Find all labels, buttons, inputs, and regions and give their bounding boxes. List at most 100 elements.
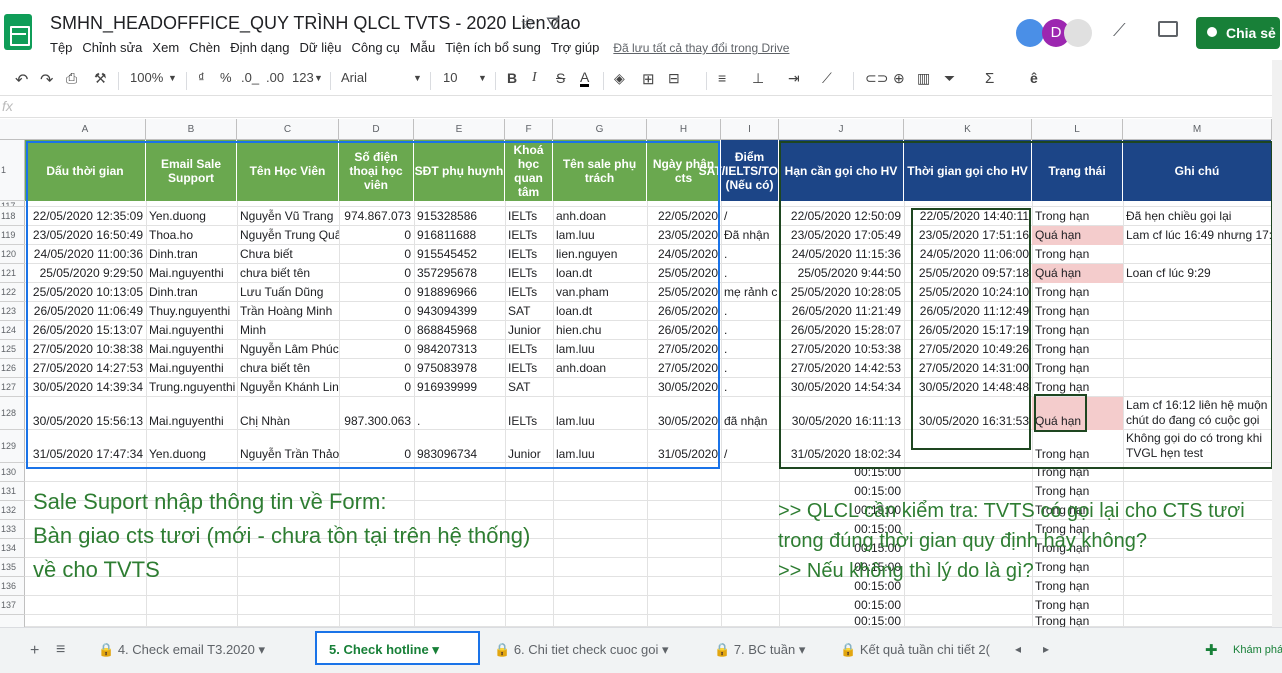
comments-icon[interactable] — [1158, 21, 1178, 37]
column-header[interactable]: G — [553, 119, 647, 140]
row-header[interactable]: 136 — [0, 577, 25, 596]
row-header[interactable]: 134 — [0, 539, 25, 558]
menu-item[interactable]: Công cụ — [351, 40, 399, 55]
header-cell[interactable]: Điểm SAT/IELTS/TOEFL (Nếu có) — [699, 140, 801, 201]
table-cell[interactable]: . — [721, 340, 779, 359]
column-header[interactable]: D — [339, 119, 414, 140]
row-header[interactable]: 123 — [0, 302, 25, 321]
add-sheet-icon[interactable]: + — [30, 642, 39, 660]
save-status[interactable]: Đã lưu tất cả thay đổi trong Drive — [613, 41, 789, 55]
column-header[interactable]: E — [414, 119, 505, 140]
table-cell[interactable]: Đã nhận — [721, 226, 779, 245]
tab-check-email[interactable]: 🔒 4. Check email T3.2020 ▾ — [98, 633, 308, 667]
column-header[interactable]: H — [647, 119, 721, 140]
row-header[interactable]: 120 — [0, 245, 25, 264]
row-header[interactable]: 129 — [0, 430, 25, 463]
menu-item[interactable]: Dữ liệu — [300, 40, 342, 55]
functions-icon[interactable]: Σ — [985, 70, 994, 87]
more-formats-button[interactable]: 123 — [292, 70, 314, 85]
table-cell[interactable]: . — [721, 302, 779, 321]
table-cell[interactable]: . — [721, 264, 779, 283]
row-header[interactable]: 128 — [0, 397, 25, 430]
menu-item[interactable]: Tệp — [50, 40, 72, 55]
avatar-3[interactable] — [1064, 19, 1092, 47]
table-cell[interactable]: Trong hạn — [1032, 596, 1123, 615]
table-cell[interactable]: 00:15:00 — [779, 615, 904, 627]
row-header[interactable]: 119 — [0, 226, 25, 245]
strikethrough-icon[interactable]: S — [556, 70, 565, 86]
vertical-align-icon[interactable]: ⊥ — [752, 70, 764, 87]
row-header[interactable]: 118 — [0, 207, 25, 226]
table-cell[interactable]: mẹ rảnh c — [721, 283, 779, 302]
menu-item[interactable]: Mẫu — [410, 40, 435, 55]
all-sheets-icon[interactable]: ≡ — [56, 641, 65, 659]
formula-bar[interactable]: fx — [0, 96, 1282, 118]
tab-check-hotline[interactable]: 5. Check hotline ▾ — [315, 631, 480, 665]
menu-item[interactable]: Chỉnh sửa — [82, 40, 142, 55]
column-header[interactable]: M — [1123, 119, 1272, 140]
text-rotate-icon[interactable]: ⟋ — [822, 70, 832, 87]
row-header[interactable]: 125 — [0, 340, 25, 359]
scroll-tabs-left-icon[interactable]: ◂ — [1015, 642, 1021, 656]
currency-button[interactable]: ₫ — [198, 70, 205, 85]
table-cell[interactable]: Trong hạn — [1032, 615, 1123, 627]
link-icon[interactable]: ⊂⊃ — [865, 70, 888, 87]
row-header[interactable]: 132 — [0, 501, 25, 520]
bold-icon[interactable]: B — [507, 70, 517, 86]
table-cell[interactable]: / — [721, 207, 779, 226]
row-header[interactable]: 131 — [0, 482, 25, 501]
row-header[interactable]: 137 — [0, 596, 25, 615]
table-cell[interactable]: . — [721, 378, 779, 397]
row-header[interactable]: 121 — [0, 264, 25, 283]
document-title[interactable]: SMHN_HEADOFFFICE_QUY TRÌNH QLCL TVTS - 2… — [50, 13, 581, 34]
tab-bc-tuan[interactable]: 🔒 7. BC tuần ▾ — [714, 633, 829, 667]
percent-button[interactable]: % — [220, 70, 232, 85]
column-header[interactable]: A — [25, 119, 146, 140]
merge-cells-icon[interactable]: ⊟ — [668, 70, 680, 87]
table-cell[interactable]: 00:15:00 — [779, 596, 904, 615]
font-select[interactable]: Arial — [341, 70, 367, 85]
redo-icon[interactable]: ↷ — [40, 70, 53, 90]
row-header[interactable]: 124 — [0, 321, 25, 340]
menu-item[interactable]: Xem — [152, 40, 179, 55]
scroll-tabs-right-icon[interactable]: ▸ — [1043, 642, 1049, 656]
column-header[interactable]: C — [237, 119, 339, 140]
borders-icon[interactable]: ⊞ — [642, 70, 655, 88]
column-header[interactable]: I — [721, 119, 779, 140]
table-cell[interactable]: . — [721, 245, 779, 264]
menu-item[interactable]: Định dạng — [230, 40, 289, 55]
comment-add-icon[interactable]: ⊕ — [893, 70, 905, 87]
column-header[interactable]: K — [904, 119, 1032, 140]
explore-icon[interactable]: ✚ — [1205, 641, 1218, 659]
decrease-decimal-button[interactable]: .0_ — [241, 70, 259, 85]
italic-icon[interactable]: I — [532, 70, 537, 86]
tab-chi-tiet-check[interactable]: 🔒 6. Chi tiet check cuoc goi ▾ — [494, 633, 694, 667]
chart-icon[interactable]: ▥ — [917, 70, 930, 87]
font-size-select[interactable]: 10 — [443, 70, 457, 85]
print-icon[interactable]: ⎙ — [66, 70, 77, 87]
column-header[interactable]: J — [779, 119, 904, 140]
column-header[interactable]: L — [1032, 119, 1123, 140]
filter-icon[interactable]: ⏷ — [944, 70, 955, 87]
explore-label[interactable]: Khám phá — [1233, 644, 1282, 656]
increase-decimal-button[interactable]: .00 — [266, 70, 284, 85]
menu-item[interactable]: Trợ giúp — [551, 40, 600, 55]
input-tools-icon[interactable]: ê — [1030, 70, 1038, 86]
undo-icon[interactable]: ↶ — [15, 70, 28, 90]
tab-ket-qua-tuan[interactable]: 🔒 Kết quả tuần chi tiết 2( — [840, 633, 1002, 667]
row-header[interactable]: 130 — [0, 463, 25, 482]
row-header[interactable]: 133 — [0, 520, 25, 539]
drive-folder-icon[interactable]: ⛛ — [546, 14, 560, 34]
text-color-icon[interactable]: A — [580, 70, 590, 87]
table-cell[interactable]: đã nhận — [721, 397, 779, 430]
row-header[interactable]: 127 — [0, 378, 25, 397]
menu-item[interactable]: Tiện ích bổ sung — [445, 40, 541, 55]
sheets-logo-icon[interactable] — [4, 14, 32, 50]
column-header[interactable]: F — [505, 119, 553, 140]
vertical-scrollbar[interactable] — [1272, 60, 1282, 627]
table-cell[interactable]: . — [721, 321, 779, 340]
row-header[interactable]: 135 — [0, 558, 25, 577]
fill-color-icon[interactable]: ◈ — [614, 70, 625, 87]
table-cell[interactable]: / — [721, 430, 779, 463]
text-wrap-icon[interactable]: ⇥ — [788, 70, 800, 87]
